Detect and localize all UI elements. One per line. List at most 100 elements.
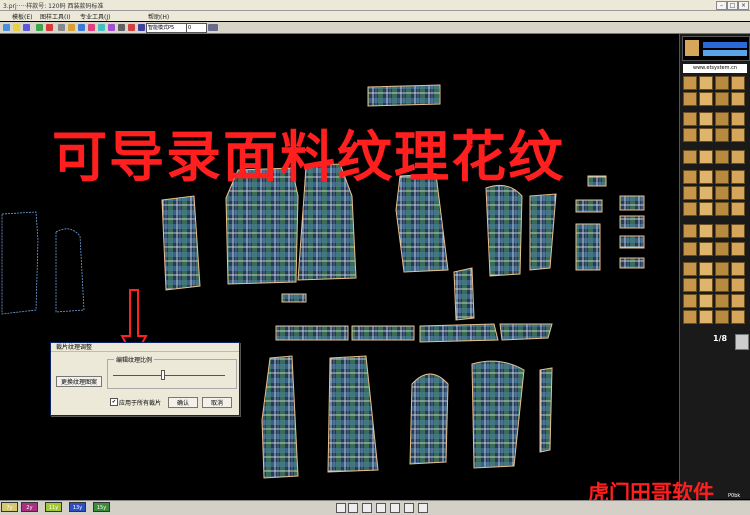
tool-button-10[interactable] (699, 112, 713, 126)
color-icon[interactable] (88, 24, 95, 31)
size-swatch-5[interactable]: 15y (93, 502, 110, 512)
tool-button-5[interactable] (683, 92, 697, 106)
tool-button-29[interactable] (683, 202, 697, 216)
tool-button-24[interactable] (731, 170, 745, 184)
size-swatch-1[interactable]: 7y (1, 502, 18, 512)
tool-button-11[interactable] (715, 112, 729, 126)
maximize-button[interactable]: □ (727, 1, 738, 10)
replace-texture-button[interactable]: 更换纹理图案 (56, 376, 102, 387)
tool-button-14[interactable] (699, 128, 713, 142)
menu-item-template[interactable]: 模板(E) (12, 12, 32, 21)
scale-slider-thumb[interactable] (161, 370, 166, 380)
ruler-icon[interactable] (118, 24, 125, 31)
scale-slider-track[interactable] (113, 375, 225, 376)
tool-button-38[interactable] (699, 242, 713, 256)
status-icon-1[interactable] (336, 503, 346, 513)
tool-button-16[interactable] (731, 128, 745, 142)
size-swatch-2[interactable]: 2y (21, 502, 38, 512)
redo-icon[interactable] (46, 24, 53, 31)
tool-button-8[interactable] (731, 92, 745, 106)
tool-button-34[interactable] (699, 224, 713, 238)
tool-button-54[interactable] (699, 310, 713, 324)
tool-button-27[interactable] (715, 186, 729, 200)
menu-item-help[interactable]: 帮助(H) (148, 12, 169, 21)
undo-icon[interactable] (36, 24, 43, 31)
tool-button-13[interactable] (683, 128, 697, 142)
tool-button-41[interactable] (683, 262, 697, 276)
tool-button-23[interactable] (715, 170, 729, 184)
piece-icon[interactable] (108, 24, 115, 31)
layer-icon[interactable] (98, 24, 105, 31)
tool-button-3[interactable] (715, 76, 729, 90)
grid-icon[interactable] (78, 24, 85, 31)
tool-button-51[interactable] (715, 294, 729, 308)
calculator-icon[interactable] (735, 334, 749, 350)
tool-button-15[interactable] (715, 128, 729, 142)
tool-button-43[interactable] (715, 262, 729, 276)
tool-button-39[interactable] (715, 242, 729, 256)
minimize-button[interactable]: – (716, 1, 727, 10)
tool-button-20[interactable] (731, 150, 745, 164)
tool-button-19[interactable] (715, 150, 729, 164)
tool-button-40[interactable] (731, 242, 745, 256)
tool-button-52[interactable] (731, 294, 745, 308)
tool-button-53[interactable] (683, 310, 697, 324)
tool-button-36[interactable] (731, 224, 745, 238)
ok-button[interactable]: 确认 (168, 397, 198, 408)
cancel-button[interactable]: 取消 (202, 397, 232, 408)
apply-icon[interactable] (208, 24, 218, 31)
mode-select[interactable]: 智能模式P5 (146, 23, 187, 33)
tool-button-47[interactable] (715, 278, 729, 292)
status-icon-7[interactable] (418, 503, 428, 513)
tool-button-2[interactable] (699, 76, 713, 90)
save-icon[interactable] (23, 24, 30, 31)
tool-button-48[interactable] (731, 278, 745, 292)
tool-button-56[interactable] (731, 310, 745, 324)
close-button[interactable]: × (738, 1, 749, 10)
tool-button-42[interactable] (699, 262, 713, 276)
tool-button-28[interactable] (731, 186, 745, 200)
tool-button-9[interactable] (683, 112, 697, 126)
tool-button-44[interactable] (731, 262, 745, 276)
status-icon-5[interactable] (390, 503, 400, 513)
print-icon[interactable] (138, 24, 145, 31)
tool-button-1[interactable] (683, 76, 697, 90)
tool-button-37[interactable] (683, 242, 697, 256)
size-swatch-3[interactable]: 11y (45, 502, 62, 512)
drawing-canvas[interactable] (0, 34, 679, 499)
status-icon-4[interactable] (376, 503, 386, 513)
status-icon-6[interactable] (404, 503, 414, 513)
new-file-icon[interactable] (3, 24, 10, 31)
menu-item-pattern-tools[interactable]: 图样工具(I) (40, 12, 70, 21)
tool-button-6[interactable] (699, 92, 713, 106)
tool-button-33[interactable] (683, 224, 697, 238)
tool-button-45[interactable] (683, 278, 697, 292)
tool-button-17[interactable] (683, 150, 697, 164)
tool-button-46[interactable] (699, 278, 713, 292)
select-tool-icon[interactable] (58, 24, 65, 31)
zoom-input[interactable]: 0 (186, 23, 207, 33)
measure-icon[interactable] (68, 24, 75, 31)
menu-item-pro-tools[interactable]: 专业工具(J) (80, 12, 110, 21)
tool-button-35[interactable] (715, 224, 729, 238)
texture-icon[interactable] (128, 24, 135, 31)
tool-button-4[interactable] (731, 76, 745, 90)
tool-button-55[interactable] (715, 310, 729, 324)
tool-button-25[interactable] (683, 186, 697, 200)
tool-button-12[interactable] (731, 112, 745, 126)
size-swatch-4[interactable]: 13y (69, 502, 86, 512)
tool-button-32[interactable] (731, 202, 745, 216)
open-file-icon[interactable] (13, 24, 20, 31)
tool-button-26[interactable] (699, 186, 713, 200)
tool-button-31[interactable] (715, 202, 729, 216)
tool-button-22[interactable] (699, 170, 713, 184)
tool-button-50[interactable] (699, 294, 713, 308)
tool-button-30[interactable] (699, 202, 713, 216)
status-icon-3[interactable] (362, 503, 372, 513)
tool-button-18[interactable] (699, 150, 713, 164)
tool-button-49[interactable] (683, 294, 697, 308)
apply-all-checkbox[interactable]: ✔ (110, 398, 118, 406)
tool-button-7[interactable] (715, 92, 729, 106)
status-icon-2[interactable] (348, 503, 358, 513)
tool-button-21[interactable] (683, 170, 697, 184)
